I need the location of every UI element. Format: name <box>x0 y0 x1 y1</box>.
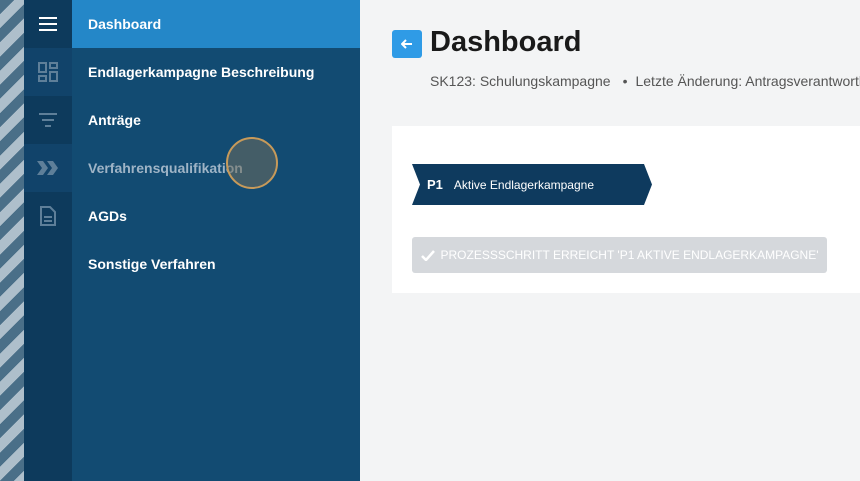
menu-icon <box>39 17 57 31</box>
rail-dashboard[interactable] <box>24 48 72 96</box>
sidebar-item-label: Dashboard <box>88 16 162 32</box>
campaign-label: SK123: Schulungskampagne <box>430 73 611 89</box>
sidebar-item-dashboard[interactable]: Dashboard <box>72 0 360 48</box>
sidebar-item-verfahrensqualifikation[interactable]: Verfahrensqualifikation <box>72 144 360 192</box>
page-subtitle: SK123: Schulungskampagne • Letzte Änderung… <box>430 73 860 89</box>
rail-filter[interactable] <box>24 96 72 144</box>
sidebar-item-agds[interactable]: AGDs <box>72 192 360 240</box>
rail-documents[interactable] <box>24 192 72 240</box>
sidebar-item-label: Verfahrensqualifikation <box>88 160 243 176</box>
sidebar-item-label: Sonstige Verfahren <box>88 256 216 272</box>
arrow-left-icon <box>401 39 412 49</box>
process-step-chip[interactable]: P1 Aktive Endlagerkampagne <box>412 164 652 205</box>
sidebar-item-sonstige-verfahren[interactable]: Sonstige Verfahren <box>72 240 360 288</box>
step-reached-button: PROZESSSCHRITT ERREICHT 'P1 AKTIVE ENDLA… <box>412 237 827 273</box>
sidebar-item-antraege[interactable]: Anträge <box>72 96 360 144</box>
dashboard-icon <box>38 62 58 82</box>
check-icon <box>420 249 435 261</box>
sidebar-item-label: Endlagerkampagne Beschreibung <box>88 64 315 80</box>
main-content: Dashboard SK123: Schulungskampagne • Letzt… <box>360 0 860 481</box>
sidebar: Dashboard Endlagerkampagne Beschreibung … <box>72 0 360 481</box>
step-label: Aktive Endlagerkampagne <box>453 177 594 192</box>
sidebar-item-endlagerkampagne-beschreibung[interactable]: Endlagerkampagne Beschreibung <box>72 48 360 96</box>
subtitle-separator: • <box>622 73 628 89</box>
step-number: P1 <box>427 177 443 192</box>
page-title: Dashboard <box>430 26 582 58</box>
process-card: P1 Aktive Endlagerkampagne PROZESSSCHRIT… <box>392 126 860 293</box>
rail-process[interactable] <box>24 144 72 192</box>
document-icon <box>40 206 56 226</box>
filter-list-icon <box>39 113 57 127</box>
step-reached-label: PROZESSSCHRITT ERREICHT 'P1 AKTIVE ENDLA… <box>440 248 819 262</box>
double-chevron-icon <box>37 161 58 175</box>
sidebar-item-label: Anträge <box>88 112 141 128</box>
menu-button[interactable] <box>24 0 72 48</box>
back-button[interactable] <box>392 30 422 58</box>
icon-rail <box>24 0 72 481</box>
sidebar-item-label: AGDs <box>88 208 127 224</box>
decorative-stripes <box>0 0 24 481</box>
last-change-label: Letzte Änderung: Antragsverantwortlich <box>635 73 860 89</box>
